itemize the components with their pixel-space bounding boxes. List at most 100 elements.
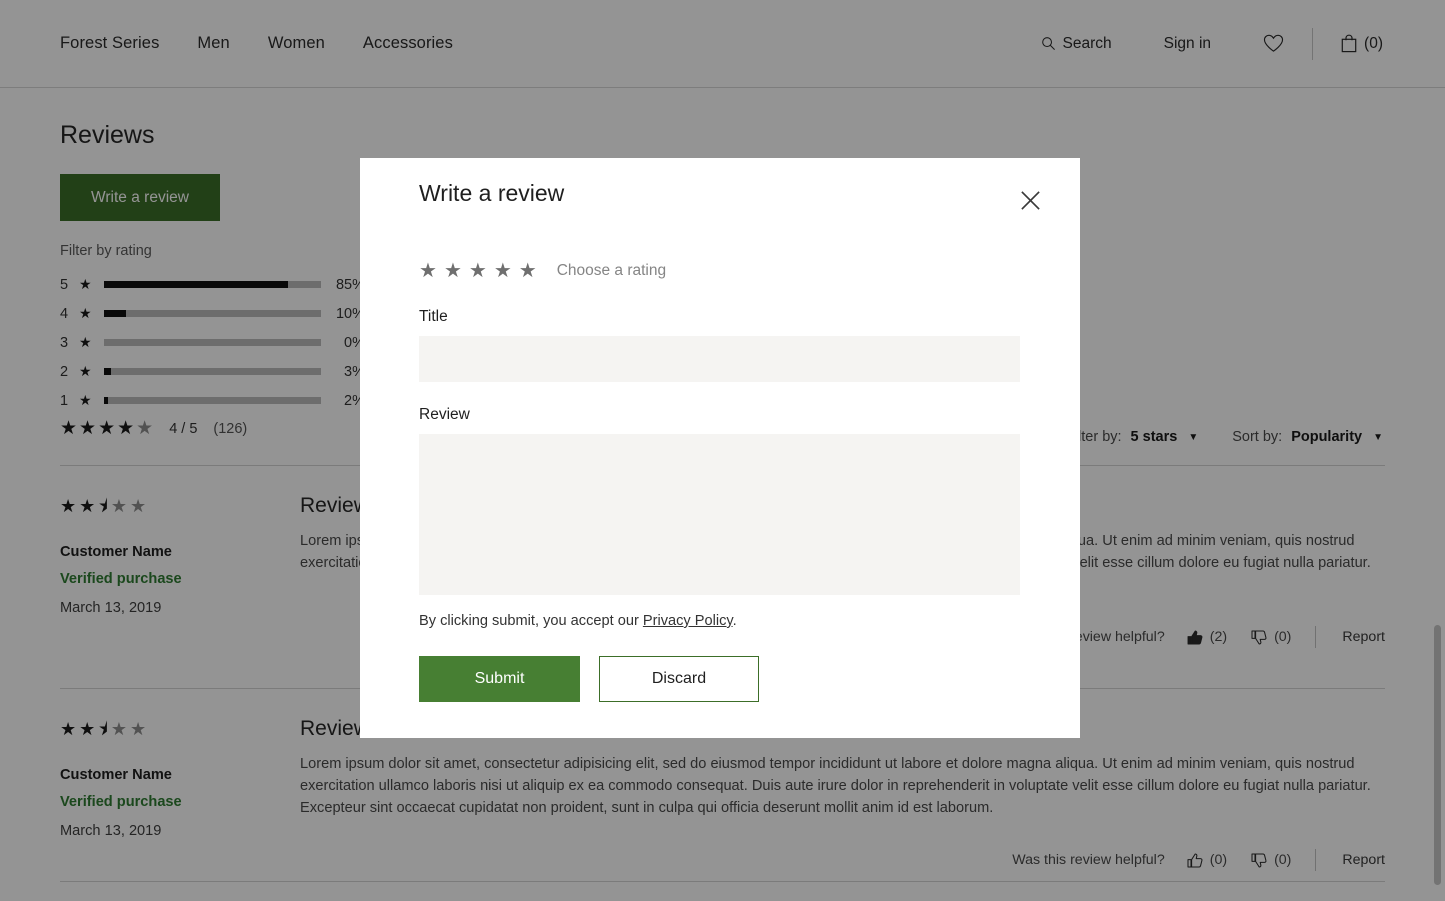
rating-bar-row-3[interactable]: 3 ★ 0% <box>60 328 365 357</box>
write-a-review-button[interactable]: Write a review <box>60 174 220 221</box>
cart-count: (0) <box>1364 35 1383 53</box>
downvote-count: (0) <box>1274 852 1291 868</box>
average-rating-value: 4 / 5 <box>169 421 197 437</box>
rating-bar-fill <box>104 281 288 288</box>
rating-bar-track <box>104 397 321 404</box>
reviewer-name: Customer Name <box>60 767 290 783</box>
header-divider <box>1312 28 1313 60</box>
write-review-modal: Write a review ★ ★ ★ ★ ★ Choose a rating… <box>360 158 1080 738</box>
review-meta: ★★⯨★★ Customer Name Verified purchase Ma… <box>60 494 290 616</box>
modal-title: Write a review <box>419 180 564 207</box>
star-icon: ★ <box>79 363 96 380</box>
nav-item-accessories[interactable]: Accessories <box>363 34 453 53</box>
search-button[interactable]: Search <box>1041 35 1112 53</box>
nav-item-forest-series[interactable]: Forest Series <box>60 34 159 53</box>
vote-divider <box>1315 849 1316 871</box>
review-date: March 13, 2019 <box>60 600 290 616</box>
rating-star-2[interactable]: ★ <box>444 258 462 283</box>
search-label: Search <box>1063 35 1112 53</box>
rating-hint-text: Choose a rating <box>557 262 666 280</box>
rating-bar-row-4[interactable]: 4 ★ 10% <box>60 299 365 328</box>
chevron-down-icon: ▼ <box>1373 432 1383 443</box>
thumbs-down-icon <box>1251 853 1267 868</box>
sign-in-link[interactable]: Sign in <box>1164 35 1211 53</box>
thumbs-up-icon <box>1187 630 1203 645</box>
rating-star-4[interactable]: ★ <box>494 258 512 283</box>
section-divider <box>60 881 1385 882</box>
nav-item-men[interactable]: Men <box>197 34 229 53</box>
rating-bar-row-2[interactable]: 2 ★ 3% <box>60 357 365 386</box>
rating-bar-number: 1 <box>60 393 72 409</box>
legal-notice: By clicking submit, you accept our Priva… <box>419 613 737 629</box>
reviewer-name: Customer Name <box>60 544 290 560</box>
sort-by-value: Popularity <box>1291 429 1362 445</box>
rating-bar-number: 3 <box>60 335 72 351</box>
rating-bar-track <box>104 281 321 288</box>
legal-suffix: . <box>733 613 737 629</box>
rating-bar-number: 2 <box>60 364 72 380</box>
rating-distribution: 5 ★ 85% 4 ★ 10% 3 ★ 0% <box>60 270 365 415</box>
average-rating: ★★★★★ 4 / 5 (126) <box>60 417 247 440</box>
title-field-label: Title <box>419 308 448 326</box>
site-header: Forest Series Men Women Accessories Sear… <box>0 0 1445 88</box>
primary-nav: Forest Series Men Women Accessories <box>60 34 453 53</box>
page-root: Forest Series Men Women Accessories Sear… <box>0 0 1445 901</box>
rating-bar-track <box>104 368 321 375</box>
downvote-count: (0) <box>1274 629 1291 645</box>
rating-bar-number: 4 <box>60 306 72 322</box>
rating-star-5[interactable]: ★ <box>519 258 537 283</box>
report-button[interactable]: Report <box>1342 629 1385 645</box>
review-item: ★★⯨★★ Customer Name Verified purchase Ma… <box>0 717 1445 901</box>
nav-item-women[interactable]: Women <box>268 34 325 53</box>
page-scrollbar-thumb[interactable] <box>1434 625 1441 885</box>
review-stars-icon: ★★⯨★★ <box>60 494 290 524</box>
rating-bar-row-1[interactable]: 1 ★ 2% <box>60 386 365 415</box>
shopping-bag-icon <box>1341 34 1357 53</box>
close-button[interactable] <box>1013 183 1047 217</box>
thumbs-down-icon <box>1251 630 1267 645</box>
close-icon <box>1019 189 1042 212</box>
average-stars-icon: ★★★★★ <box>60 417 155 440</box>
rating-bar-number: 5 <box>60 277 72 293</box>
star-icon: ★ <box>79 334 96 351</box>
filter-sort-bar: Filter by: 5 stars ▼ Sort by: Popularity… <box>1066 429 1383 445</box>
submit-button[interactable]: Submit <box>419 656 580 702</box>
modal-actions: Submit Discard <box>419 656 759 702</box>
filter-by-dropdown[interactable]: Filter by: 5 stars ▼ <box>1066 429 1198 445</box>
search-icon <box>1041 36 1056 51</box>
upvote-count: (0) <box>1210 852 1227 868</box>
chevron-down-icon: ▼ <box>1188 432 1198 443</box>
review-helpful-row: Was this review helpful? (0) (0) <box>1012 849 1385 871</box>
filter-by-rating-label: Filter by rating <box>60 243 152 259</box>
rating-bar-row-5[interactable]: 5 ★ 85% <box>60 270 365 299</box>
cart-button[interactable]: (0) <box>1341 34 1383 53</box>
header-utilities: Search Sign in (0) <box>1041 28 1383 60</box>
star-icon: ★ <box>79 276 96 293</box>
review-stars-icon: ★★⯨★★ <box>60 717 290 747</box>
rating-bar-track <box>104 310 321 317</box>
rating-star-3[interactable]: ★ <box>469 258 487 283</box>
review-count: (126) <box>213 421 247 437</box>
thumbs-up-icon <box>1187 853 1203 868</box>
legal-prefix: By clicking submit, you accept our <box>419 613 643 629</box>
vote-divider <box>1315 626 1316 648</box>
wishlist-button[interactable] <box>1263 34 1284 53</box>
review-field-label: Review <box>419 406 470 424</box>
rating-bar-fill <box>104 368 111 375</box>
thumbs-down-button[interactable]: (0) <box>1251 852 1291 868</box>
report-button[interactable]: Report <box>1342 852 1385 868</box>
title-input[interactable] <box>419 336 1020 382</box>
thumbs-up-button[interactable]: (2) <box>1187 629 1227 645</box>
privacy-policy-link[interactable]: Privacy Policy <box>643 613 733 629</box>
thumbs-down-button[interactable]: (0) <box>1251 629 1291 645</box>
verified-purchase-badge: Verified purchase <box>60 571 290 587</box>
discard-button[interactable]: Discard <box>599 656 759 702</box>
sort-by-dropdown[interactable]: Sort by: Popularity ▼ <box>1232 429 1383 445</box>
star-icon: ★ <box>79 392 96 409</box>
helpful-question: Was this review helpful? <box>1012 852 1164 868</box>
rating-star-1[interactable]: ★ <box>419 258 437 283</box>
filter-by-value: 5 stars <box>1131 429 1178 445</box>
review-textarea[interactable] <box>419 434 1020 595</box>
thumbs-up-button[interactable]: (0) <box>1187 852 1227 868</box>
rating-bar-track <box>104 339 321 346</box>
